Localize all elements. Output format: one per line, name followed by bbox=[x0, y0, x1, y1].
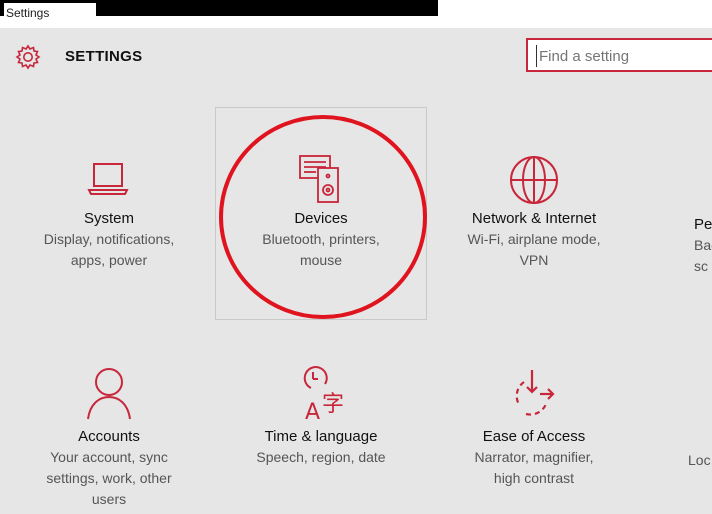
annotation-circle bbox=[219, 115, 427, 319]
page-title: SETTINGS bbox=[65, 48, 143, 65]
tile-title: Network & Internet bbox=[471, 210, 597, 227]
time-language-icon: A 字 bbox=[303, 366, 344, 425]
tile-title: Pe bbox=[694, 216, 712, 233]
tile-time-language[interactable]: A 字 Time & language Speech, region, date bbox=[215, 364, 427, 468]
tile-ease-of-access[interactable]: Ease of Access Narrator, magnifier, high… bbox=[428, 364, 640, 489]
tile-title: System bbox=[83, 210, 134, 227]
tile-title: Accounts bbox=[78, 428, 140, 445]
tile-desc-line: sc bbox=[694, 258, 708, 274]
ease-of-access-icon bbox=[515, 370, 555, 416]
tile-title: Ease of Access bbox=[482, 428, 586, 445]
gear-icon bbox=[15, 44, 41, 70]
globe-icon bbox=[510, 156, 558, 204]
search-box[interactable] bbox=[526, 38, 712, 72]
tile-desc-line: high contrast bbox=[493, 470, 575, 486]
tile-desc-line: users bbox=[91, 491, 127, 507]
tile-desc-line: Wi-Fi, airplane mode, bbox=[467, 231, 601, 247]
tile-desc-line: Narrator, magnifier, bbox=[474, 449, 594, 465]
tile-desc-line: Your account, sync bbox=[50, 449, 168, 465]
tile-desc-line: Speech, region, date bbox=[256, 449, 386, 465]
tile-accounts[interactable]: Accounts Your account, sync settings, wo… bbox=[3, 364, 215, 510]
laptop-icon bbox=[87, 163, 129, 195]
tile-personalization-partial[interactable]: Pe Bac sc bbox=[694, 214, 712, 277]
tile-desc-line: settings, work, other bbox=[46, 470, 172, 486]
tile-network-internet[interactable]: Network & Internet Wi-Fi, airplane mode,… bbox=[428, 152, 640, 271]
tile-system[interactable]: System Display, notifications, apps, pow… bbox=[3, 158, 215, 271]
tile-partial-loc[interactable]: Loc bbox=[688, 450, 711, 471]
svg-text:A: A bbox=[305, 400, 320, 425]
svg-text:字: 字 bbox=[322, 392, 344, 417]
person-icon bbox=[87, 368, 131, 420]
tile-desc-line: Display, notifications, bbox=[43, 231, 175, 247]
title-bar-blank bbox=[438, 0, 712, 16]
tile-desc-line: VPN bbox=[519, 252, 549, 268]
tile-desc-line: Bac bbox=[694, 237, 712, 253]
search-input[interactable] bbox=[536, 45, 711, 67]
window-title: Settings bbox=[4, 3, 96, 29]
tile-desc-line: apps, power bbox=[70, 252, 148, 268]
tile-title: Time & language bbox=[264, 428, 378, 445]
